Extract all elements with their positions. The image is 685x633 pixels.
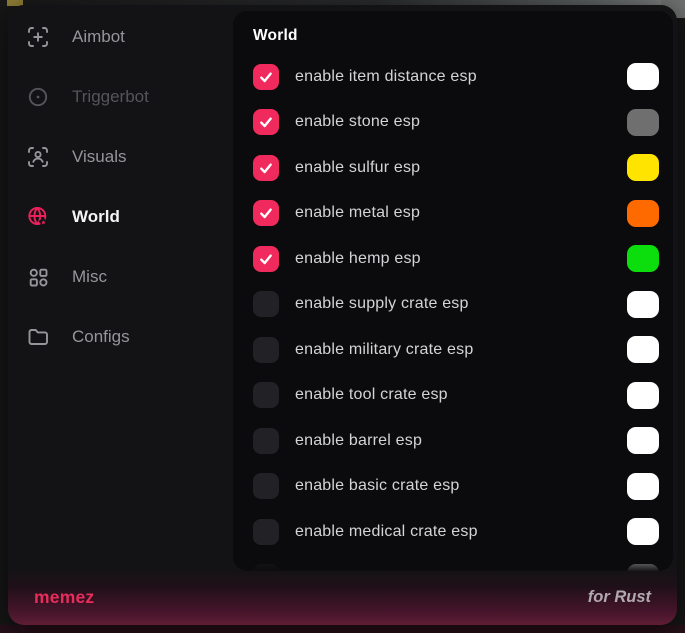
folder-icon bbox=[26, 325, 50, 349]
esp-color-swatch-enable-military-crate-esp[interactable] bbox=[627, 336, 659, 363]
sidebar-item-world[interactable]: World bbox=[8, 187, 233, 247]
esp-row-enable-medical-crate-esp: enable medical crate esp bbox=[253, 509, 659, 555]
sidebar-item-label: Visuals bbox=[72, 147, 127, 167]
esp-checkbox-enable-stone-esp[interactable] bbox=[253, 109, 279, 135]
esp-color-swatch-enable-stone-esp[interactable] bbox=[627, 109, 659, 136]
esp-checkbox-enable-barrel-esp[interactable] bbox=[253, 428, 279, 454]
esp-options-list: enable item distance esp enable stone es… bbox=[253, 54, 659, 571]
esp-row-enable-barrel-esp: enable barrel esp bbox=[253, 418, 659, 464]
cheat-menu-window: Aimbot Triggerbot Visuals World Misc Con… bbox=[8, 5, 677, 625]
esp-row-enable-supply-crate-esp: enable supply crate esp bbox=[253, 282, 659, 328]
esp-row-enable-basic-crate-esp: enable basic crate esp bbox=[253, 464, 659, 510]
sidebar: Aimbot Triggerbot Visuals World Misc Con… bbox=[8, 7, 233, 367]
backdrop-bottom-strip bbox=[0, 625, 685, 633]
footer: memez for Rust bbox=[8, 569, 677, 625]
esp-checkbox-enable-tool-crate-esp[interactable] bbox=[253, 382, 279, 408]
globe-star-icon bbox=[26, 205, 50, 229]
scan-plus-icon bbox=[26, 25, 50, 49]
screen: Aimbot Triggerbot Visuals World Misc Con… bbox=[0, 0, 685, 633]
esp-row-enable-hemp-esp: enable hemp esp bbox=[253, 236, 659, 282]
sidebar-item-visuals[interactable]: Visuals bbox=[8, 127, 233, 187]
sidebar-item-triggerbot[interactable]: Triggerbot bbox=[8, 67, 233, 127]
esp-color-swatch-enable-basic-crate-esp[interactable] bbox=[627, 473, 659, 500]
esp-row-enable-military-crate-esp: enable military crate esp bbox=[253, 327, 659, 373]
esp-option-label: enable hemp esp bbox=[295, 250, 627, 268]
esp-checkbox-enable-metal-esp[interactable] bbox=[253, 200, 279, 226]
footer-tagline: for Rust bbox=[588, 588, 651, 607]
sidebar-item-aimbot[interactable]: Aimbot bbox=[8, 7, 233, 67]
esp-checkbox-enable-hemp-esp[interactable] bbox=[253, 246, 279, 272]
esp-row-enable-item-distance-esp: enable item distance esp bbox=[253, 54, 659, 100]
sidebar-item-configs[interactable]: Configs bbox=[8, 307, 233, 367]
esp-checkbox-enable-basic-crate-esp[interactable] bbox=[253, 473, 279, 499]
sidebar-item-label: Configs bbox=[72, 327, 130, 347]
shapes-grid-icon bbox=[26, 265, 50, 289]
esp-option-label: enable tool crate esp bbox=[295, 386, 627, 404]
esp-color-swatch-enable-tool-crate-esp[interactable] bbox=[627, 382, 659, 409]
sidebar-item-label: Aimbot bbox=[72, 27, 125, 47]
esp-option-label: enable military crate esp bbox=[295, 341, 627, 359]
esp-checkbox-enable-medical-crate-esp[interactable] bbox=[253, 519, 279, 545]
esp-option-label: enable medical crate esp bbox=[295, 523, 627, 541]
esp-color-swatch-enable-barrel-esp[interactable] bbox=[627, 427, 659, 454]
esp-row-enable-stone-esp: enable stone esp bbox=[253, 100, 659, 146]
sidebar-item-label: World bbox=[72, 207, 120, 227]
world-panel: World enable item distance esp enable st… bbox=[233, 11, 673, 571]
brand-name: memez bbox=[34, 587, 94, 608]
esp-row-enable-metal-esp: enable metal esp bbox=[253, 191, 659, 237]
target-dot-icon bbox=[26, 85, 50, 109]
user-scan-icon bbox=[26, 145, 50, 169]
esp-row-enable-tool-crate-esp: enable tool crate esp bbox=[253, 373, 659, 419]
esp-color-swatch-enable-metal-esp[interactable] bbox=[627, 200, 659, 227]
esp-option-label: enable stone esp bbox=[295, 113, 627, 131]
esp-option-label: enable barrel esp bbox=[295, 432, 627, 450]
esp-row-enable-sulfur-esp: enable sulfur esp bbox=[253, 145, 659, 191]
esp-option-label: enable metal esp bbox=[295, 204, 627, 222]
esp-option-label: enable sulfur esp bbox=[295, 159, 627, 177]
esp-color-swatch-enable-hemp-esp[interactable] bbox=[627, 245, 659, 272]
esp-color-swatch-enable-medical-crate-esp[interactable] bbox=[627, 518, 659, 545]
sidebar-item-label: Triggerbot bbox=[72, 87, 149, 107]
panel-title: World bbox=[253, 27, 659, 45]
esp-checkbox-enable-item-distance-esp[interactable] bbox=[253, 64, 279, 90]
esp-option-label: enable supply crate esp bbox=[295, 295, 627, 313]
esp-checkbox-enable-supply-crate-esp[interactable] bbox=[253, 291, 279, 317]
esp-color-swatch-enable-item-distance-esp[interactable] bbox=[627, 63, 659, 90]
esp-checkbox-enable-military-crate-esp[interactable] bbox=[253, 337, 279, 363]
sidebar-item-label: Misc bbox=[72, 267, 107, 287]
esp-checkbox-enable-sulfur-esp[interactable] bbox=[253, 155, 279, 181]
esp-option-label: enable basic crate esp bbox=[295, 477, 627, 495]
esp-color-swatch-enable-supply-crate-esp[interactable] bbox=[627, 291, 659, 318]
esp-color-swatch-enable-sulfur-esp[interactable] bbox=[627, 154, 659, 181]
esp-option-label: enable item distance esp bbox=[295, 68, 627, 86]
sidebar-item-misc[interactable]: Misc bbox=[8, 247, 233, 307]
